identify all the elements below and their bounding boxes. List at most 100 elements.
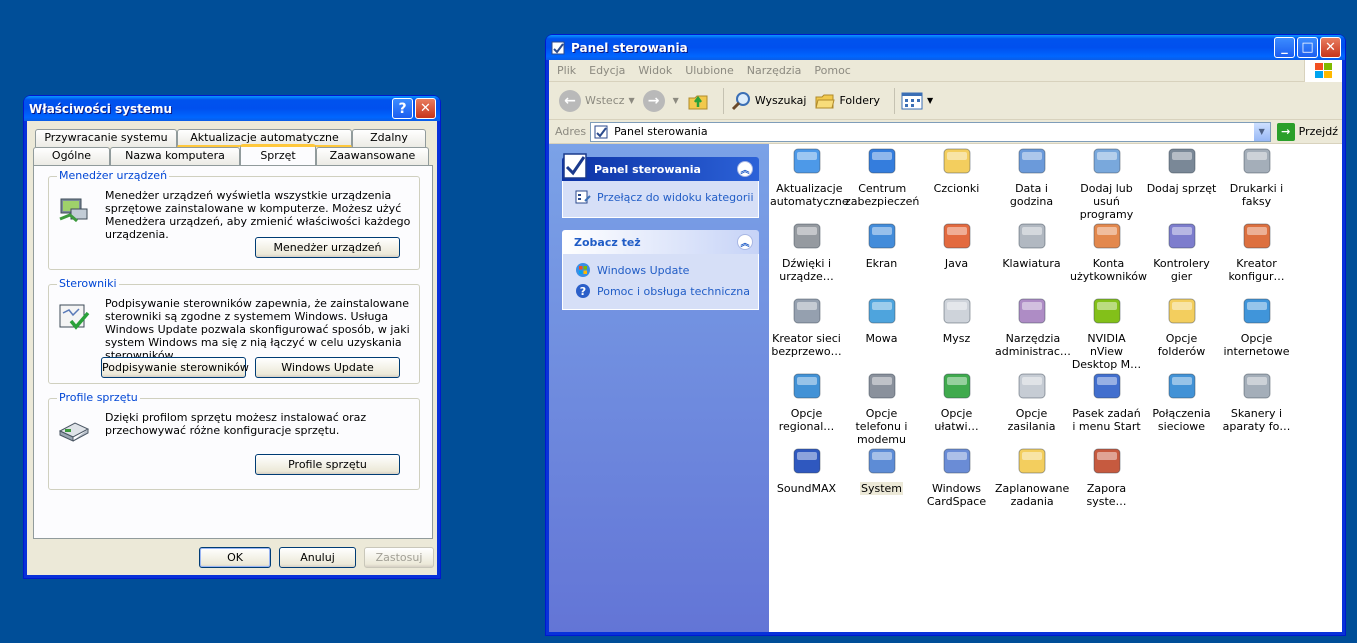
address-dropdown-icon[interactable]: ▼ [1253,122,1270,141]
control-panel-item[interactable]: Kreator konfigur… [1219,219,1294,283]
close-button[interactable]: ✕ [1320,37,1341,58]
titlebar[interactable]: Panel sterowania _ □ ✕ [546,35,1345,60]
driver-signing-button[interactable]: Podpisywanie sterowników [101,357,249,378]
control-panel-item[interactable]: Skanery i aparaty fo… [1219,369,1294,433]
nvidia-icon [1093,298,1120,324]
windows-update-icon [793,148,820,174]
control-panel-item[interactable]: Dodaj lub usuń programy [1069,144,1144,221]
menu-edit[interactable]: Edycja [589,64,625,77]
control-panel-item[interactable]: Klawiatura [994,219,1069,270]
tab-advanced[interactable]: Zaawansowane [316,147,429,165]
switch-to-category-view-link[interactable]: Przełącz do widoku kategorii [575,189,754,205]
control-panel-item-label: Dodaj lub usuń programy [1079,182,1134,221]
chevron-down-icon: ▼ [927,96,934,105]
control-panel-item-label: Dodaj sprzęt [1146,182,1217,195]
views-button[interactable]: ▼ [901,92,933,110]
java-icon [943,223,970,249]
system-icon [868,448,895,474]
control-panel-item[interactable]: Mowa [844,294,919,345]
up-button[interactable] [687,90,709,112]
control-panel-item[interactable]: Drukarki i faksy [1219,144,1294,208]
menu-help[interactable]: Pomoc [814,64,850,77]
task-box-body: Przełącz do widoku kategorii [562,181,759,218]
address-input[interactable]: Panel sterowania ▼ [590,121,1271,142]
control-panel-item[interactable]: Opcje zasilania [994,369,1069,433]
folders-button[interactable]: Foldery [814,90,880,112]
search-button[interactable]: Wyszukaj [730,90,806,112]
control-panel-item[interactable]: Narzędzia administrac… [994,294,1071,358]
windows-logo-icon [1304,60,1342,82]
control-panel-item[interactable]: Aktualizacje automatyczne [769,144,849,208]
control-panel-item[interactable]: Opcje ułatwi… [919,369,994,433]
help-button[interactable]: ? [392,98,413,119]
apply-button[interactable]: Zastosuj [364,547,434,568]
maximize-button[interactable]: □ [1297,37,1318,58]
cancel-button[interactable]: Anuluj [279,547,356,568]
tab-general[interactable]: Ogólne [33,147,110,165]
control-panel-item-label: Opcje internetowe [1223,332,1290,358]
link-label: Przełącz do widoku kategorii [597,190,754,204]
ok-button[interactable]: OK [199,547,271,568]
control-panel-item[interactable]: SoundMAX [769,444,844,495]
menu-file[interactable]: Plik [557,64,576,77]
control-panel-item[interactable]: Połączenia sieciowe [1144,369,1219,433]
control-panel-small-icon [575,190,591,204]
control-panel-item[interactable]: Mysz [919,294,994,345]
control-panel-item[interactable]: Windows CardSpace [919,444,994,508]
control-panel-item-label: SoundMAX [776,482,837,495]
task-box-header[interactable]: Panel sterowania ︽ [562,153,759,181]
menu-view[interactable]: Widok [638,64,672,77]
go-button[interactable]: → Przejdź [1276,122,1338,141]
control-panel-item[interactable]: Opcje folderów [1144,294,1219,358]
control-panel-item-label: System [859,482,904,495]
tab-computer-name[interactable]: Nazwa komputera [110,147,240,165]
control-panel-item[interactable]: Zapora syste… [1069,444,1144,508]
collapse-icon[interactable]: ︽ [737,234,753,250]
control-panel-item[interactable]: Kreator sieci bezprzewo… [769,294,844,358]
control-panel-item[interactable]: Centrum zabezpieczeń [844,144,919,208]
task-box-header[interactable]: Zobacz też ︽ [562,230,759,254]
gamepad-icon [1168,223,1195,249]
internet-options-icon [1243,298,1270,324]
tab-system-restore[interactable]: Przywracanie systemu [35,129,177,147]
control-panel-item[interactable]: NVIDIA nView Desktop M… [1069,294,1144,371]
control-panel-item[interactable]: Czcionki [919,144,994,195]
clock-icon [1018,148,1045,174]
address-value: Panel sterowania [614,125,708,138]
hardware-profiles-icon [58,422,90,442]
control-panel-icon [551,41,565,54]
control-panel-item-label: Konta użytkowników [1070,257,1148,283]
go-label: Przejdź [1298,125,1338,138]
forward-button[interactable]: → ▼ [642,89,679,112]
tab-remote[interactable]: Zdalny [352,129,426,147]
control-panel-item[interactable]: Opcje regional… [769,369,844,433]
tab-hardware[interactable]: Sprzęt [240,144,316,165]
control-panel-item[interactable]: Kontrolery gier [1144,219,1219,283]
control-panel-item[interactable]: Dodaj sprzęt [1144,144,1219,195]
close-button[interactable]: ✕ [415,98,436,119]
control-panel-item[interactable]: Java [919,219,994,270]
minimize-button[interactable]: _ [1274,37,1295,58]
device-manager-button[interactable]: Menedżer urządzeń [255,237,400,258]
windows-update-button[interactable]: Windows Update [255,357,400,378]
control-panel-item[interactable]: Data i godzina [994,144,1069,208]
windows-update-link[interactable]: Windows Update [575,262,748,278]
fonts-folder-icon [943,148,970,174]
control-panel-item[interactable]: Pasek zadań i menu Start [1069,369,1144,433]
control-panel-item[interactable]: Konta użytkowników [1069,219,1147,283]
control-panel-item[interactable]: System [844,444,919,495]
hardware-profiles-button[interactable]: Profile sprzętu [255,454,400,475]
control-panel-item-label: NVIDIA nView Desktop M… [1071,332,1142,371]
menu-tools[interactable]: Narzędzia [747,64,802,77]
svg-text:?: ? [580,285,586,298]
control-panel-item[interactable]: Opcje telefonu i modemu [844,369,919,446]
help-support-link[interactable]: ? Pomoc i obsługa techniczna [575,283,750,299]
control-panel-item[interactable]: Ekran [844,219,919,270]
menu-favorites[interactable]: Ulubione [685,64,734,77]
titlebar[interactable]: Właściwości systemu ? ✕ [24,96,440,121]
collapse-icon[interactable]: ︽ [737,161,753,177]
back-button[interactable]: ← Wstecz ▼ [559,89,635,112]
control-panel-item[interactable]: Dźwięki i urządze… [769,219,844,283]
control-panel-item[interactable]: Opcje internetowe [1219,294,1294,358]
control-panel-item[interactable]: Zaplanowane zadania [994,444,1069,508]
